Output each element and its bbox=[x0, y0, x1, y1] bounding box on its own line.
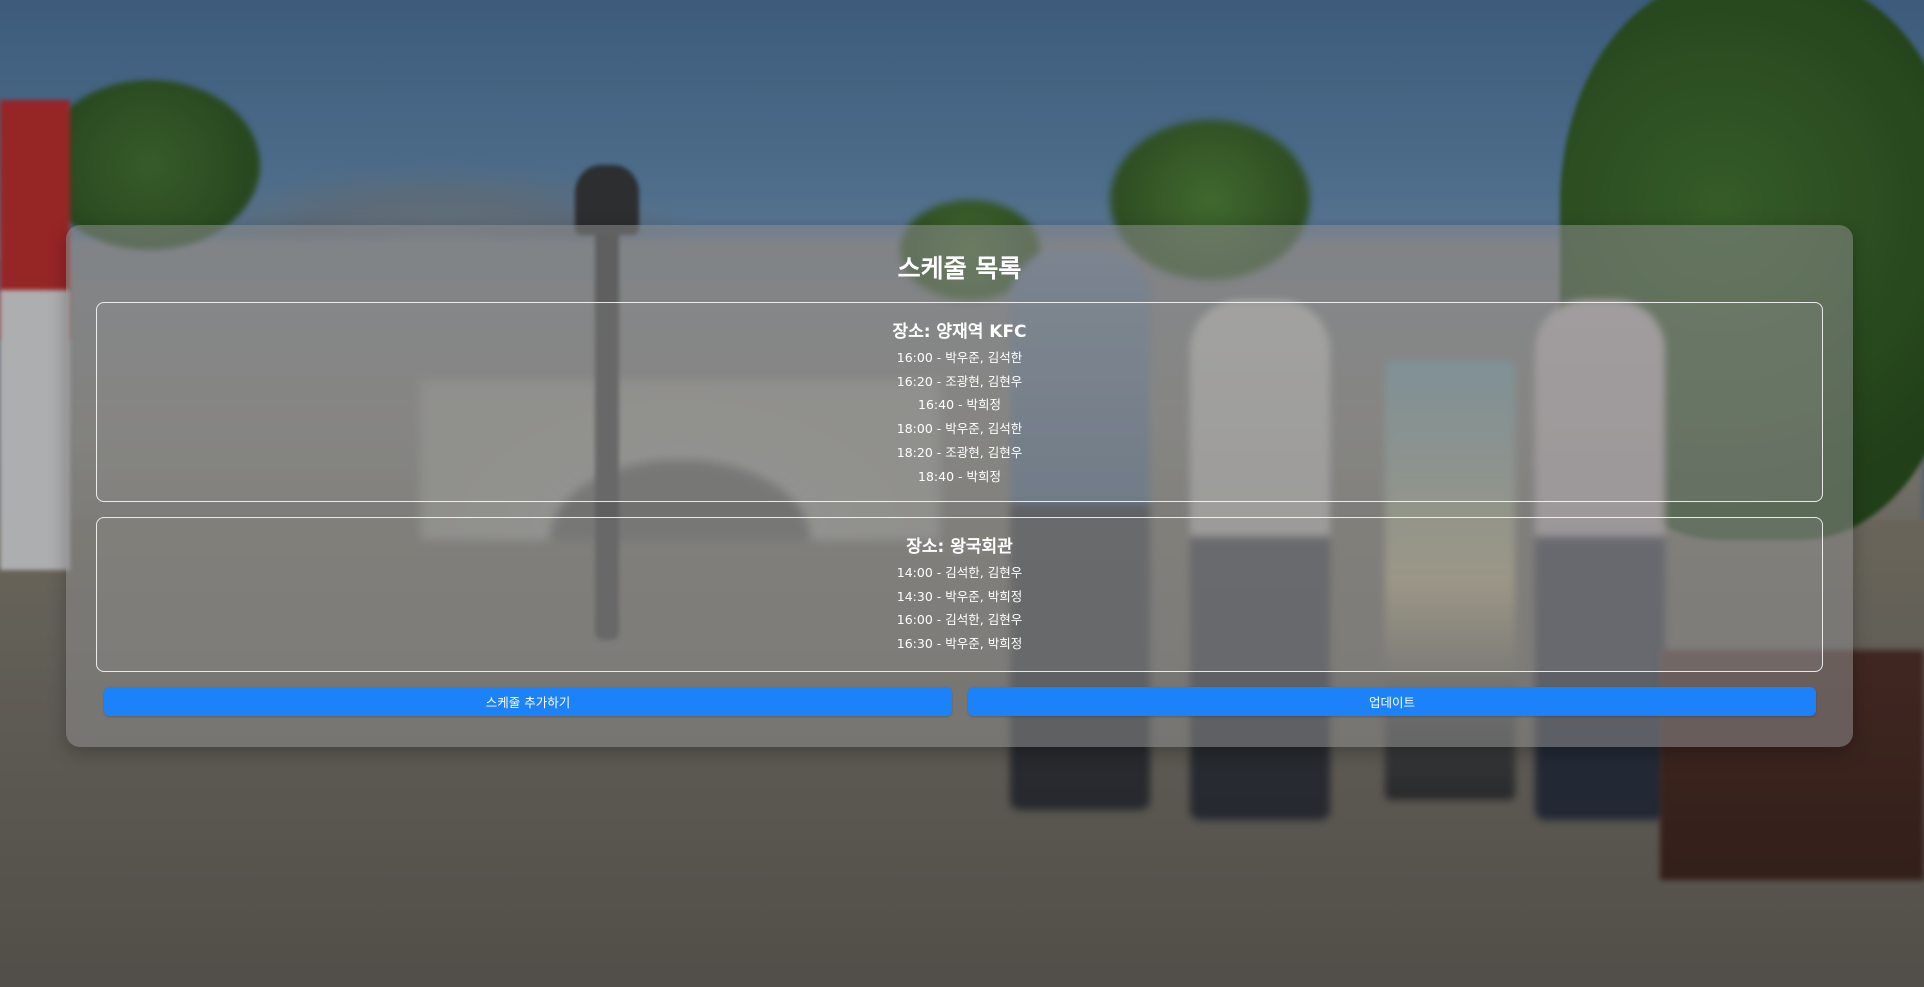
location-card: 장소: 양재역 KFC 16:00 - 박우준, 김석한 16:20 - 조광현… bbox=[96, 302, 1823, 502]
add-schedule-button[interactable]: 스케줄 추가하기 bbox=[104, 687, 952, 716]
schedule-slot: 18:40 - 박희정 bbox=[918, 468, 1001, 484]
schedule-slot: 18:20 - 조광현, 김현우 bbox=[896, 444, 1023, 460]
page-title: 스케줄 목록 bbox=[897, 254, 1022, 283]
background-photo: 스케줄 목록 장소: 양재역 KFC 16:00 - 박우준, 김석한 16:2… bbox=[0, 0, 1924, 987]
schedule-panel: 스케줄 목록 장소: 양재역 KFC 16:00 - 박우준, 김석한 16:2… bbox=[66, 225, 1853, 747]
schedule-slot: 14:30 - 박우준, 박희정 bbox=[896, 588, 1023, 604]
location-card: 장소: 왕국회관 14:00 - 김석한, 김현우 14:30 - 박우준, 박… bbox=[96, 517, 1823, 672]
schedule-slot: 16:20 - 조광현, 김현우 bbox=[896, 373, 1023, 389]
schedule-slot: 16:00 - 김석한, 김현우 bbox=[896, 612, 1023, 628]
update-button[interactable]: 업데이트 bbox=[968, 687, 1816, 716]
schedule-slot: 14:00 - 김석한, 김현우 bbox=[896, 565, 1023, 580]
location-name: 장소: 양재역 KFC bbox=[892, 322, 1027, 342]
location-name: 장소: 왕국회관 bbox=[906, 537, 1013, 557]
schedule-slot: 18:00 - 박우준, 김석한 bbox=[896, 421, 1023, 437]
schedule-slot: 16:30 - 박우준, 박희정 bbox=[896, 636, 1023, 652]
schedule-slot: 16:40 - 박희정 bbox=[918, 397, 1001, 413]
schedule-slot: 16:00 - 박우준, 김석한 bbox=[896, 350, 1023, 365]
